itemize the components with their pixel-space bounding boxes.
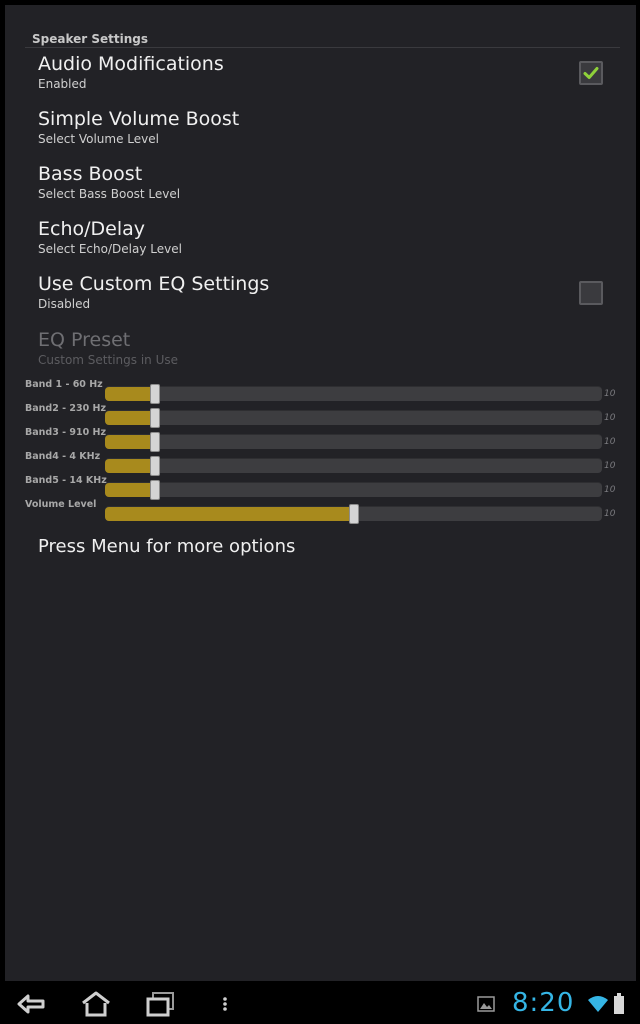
slider-track[interactable]	[105, 504, 602, 524]
slider-fill	[105, 483, 155, 497]
pref-title: Audio Modifications	[38, 53, 224, 75]
slider-thumb[interactable]	[149, 408, 160, 428]
pref-title: Simple Volume Boost	[38, 108, 240, 130]
slider-thumb[interactable]	[149, 384, 160, 404]
slider-label: Band 1 - 60 Hz	[25, 379, 103, 390]
pref-summary: Disabled	[38, 297, 91, 311]
gallery-notification-icon[interactable]	[475, 991, 497, 1017]
pref-title: Echo/Delay	[38, 218, 146, 240]
pref-summary: Select Bass Boost Level	[38, 187, 181, 201]
wifi-icon	[586, 991, 610, 1017]
slider-max-label: 10	[604, 389, 616, 399]
slider-max-label: 10	[604, 509, 616, 519]
slider-fill	[105, 459, 155, 473]
slider-fill	[105, 387, 155, 401]
pref-title: EQ Preset	[38, 329, 131, 351]
pref-summary: Custom Settings in Use	[38, 353, 178, 367]
pref-audio-modifications[interactable]: Audio Modifications Enabled	[38, 52, 598, 92]
pref-eq-preset: EQ Preset Custom Settings in Use	[38, 328, 598, 368]
slider-track[interactable]	[105, 408, 602, 428]
pref-bass-boost[interactable]: Bass Boost Select Bass Boost Level	[38, 162, 598, 202]
slider-label: Volume Level	[25, 499, 97, 510]
slider-track[interactable]	[105, 480, 602, 500]
back-icon[interactable]	[14, 991, 48, 1017]
category-header: Speaker Settings	[32, 32, 149, 46]
pref-simple-volume-boost[interactable]: Simple Volume Boost Select Volume Level	[38, 107, 598, 147]
pref-use-custom-eq[interactable]: Use Custom EQ Settings Disabled	[38, 272, 598, 312]
pref-echo-delay[interactable]: Echo/Delay Select Echo/Delay Level	[38, 217, 598, 257]
slider-track[interactable]	[105, 384, 602, 404]
audio-modifications-checkbox[interactable]	[579, 61, 603, 85]
system-navigation-bar: 8:20	[0, 981, 640, 1024]
slider-label: Band4 - 4 KHz	[25, 451, 101, 462]
pref-title: Use Custom EQ Settings	[38, 273, 270, 295]
slider-thumb[interactable]	[149, 480, 160, 500]
menu-icon[interactable]	[208, 991, 242, 1017]
slider-fill	[105, 507, 354, 521]
slider-thumb[interactable]	[149, 456, 160, 476]
slider-fill	[105, 411, 155, 425]
battery-icon	[612, 991, 626, 1017]
slider-track[interactable]	[105, 432, 602, 452]
slider-track[interactable]	[105, 456, 602, 476]
pref-summary: Enabled	[38, 77, 87, 91]
slider-max-label: 10	[604, 461, 616, 471]
pref-summary: Select Echo/Delay Level	[38, 242, 182, 256]
status-clock: 8:20	[512, 988, 575, 1018]
slider-band2: Band2 - 230 Hz 10	[5, 403, 636, 428]
slider-max-label: 10	[604, 437, 616, 447]
slider-band3: Band3 - 910 Hz 10	[5, 427, 636, 452]
slider-volume-level: Volume Level 10	[5, 499, 636, 524]
checkmark-icon	[583, 67, 599, 79]
slider-label: Band2 - 230 Hz	[25, 403, 107, 414]
pref-summary: Select Volume Level	[38, 132, 159, 146]
slider-thumb[interactable]	[149, 432, 160, 452]
slider-band5: Band5 - 14 KHz 10	[5, 475, 636, 500]
settings-screen: Speaker Settings Audio Modifications Ena…	[5, 5, 636, 981]
pref-title: Bass Boost	[38, 163, 143, 185]
category-divider	[25, 47, 620, 48]
slider-label: Band5 - 14 KHz	[25, 475, 107, 486]
slider-max-label: 10	[604, 485, 616, 495]
slider-max-label: 10	[604, 413, 616, 423]
slider-thumb[interactable]	[348, 504, 359, 524]
recent-apps-icon[interactable]	[143, 991, 177, 1017]
slider-label: Band3 - 910 Hz	[25, 427, 107, 438]
slider-fill	[105, 435, 155, 449]
slider-band1: Band 1 - 60 Hz 10	[5, 379, 636, 404]
menu-hint: Press Menu for more options	[38, 536, 296, 557]
use-custom-eq-checkbox[interactable]	[579, 281, 603, 305]
home-icon[interactable]	[79, 991, 113, 1017]
slider-band4: Band4 - 4 KHz 10	[5, 451, 636, 476]
